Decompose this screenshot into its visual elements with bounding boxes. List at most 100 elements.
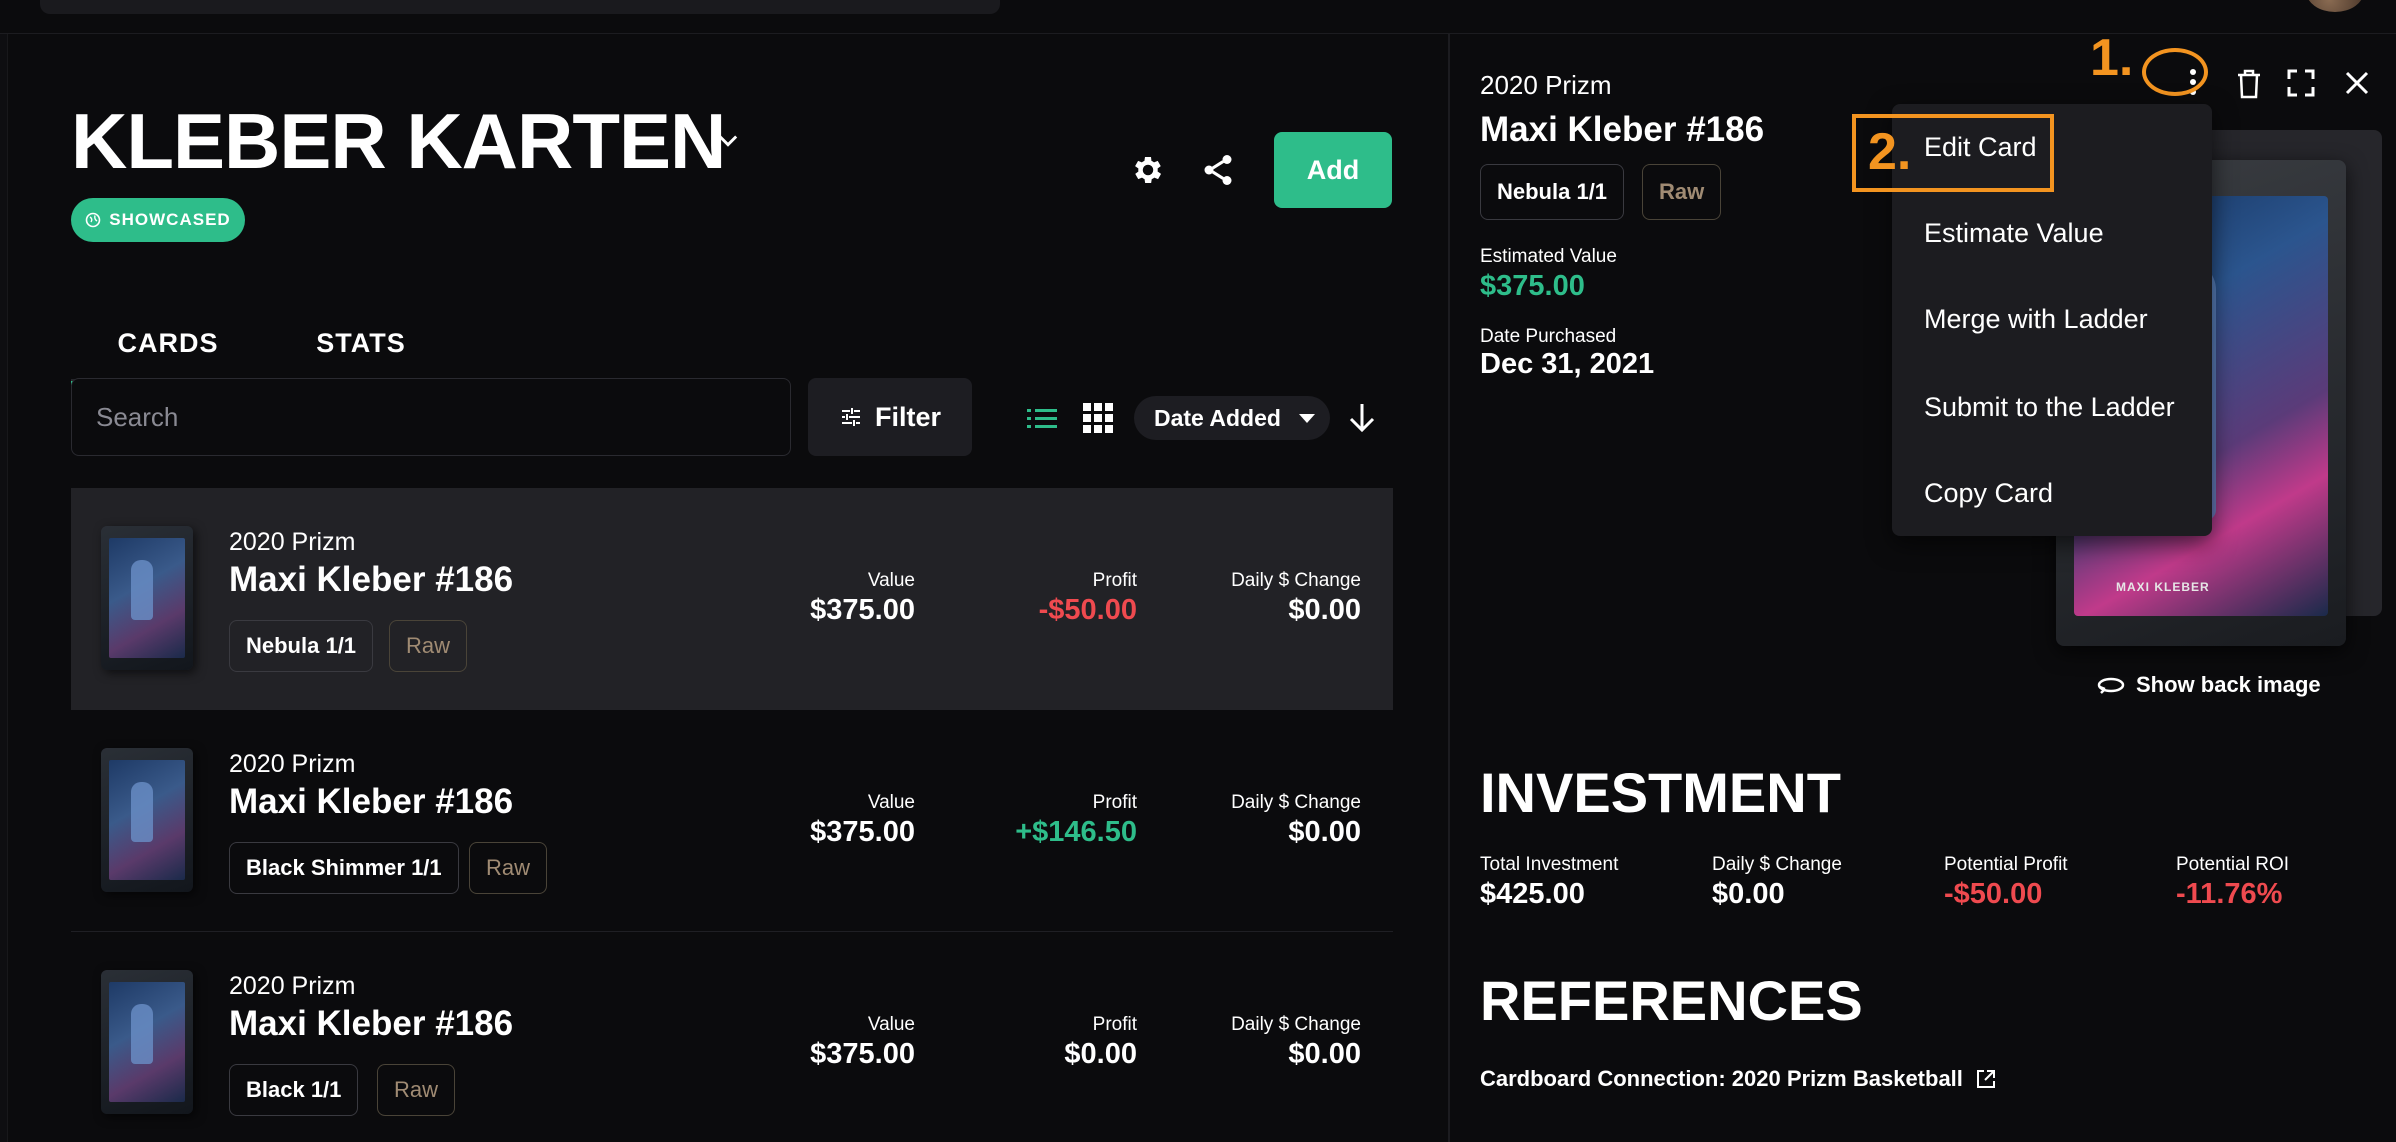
detail-grade-chip: Raw <box>1642 164 1722 220</box>
sort-select[interactable]: Date Added <box>1134 396 1330 440</box>
add-button[interactable]: Add <box>1274 132 1392 208</box>
close-icon <box>2345 71 2369 95</box>
annotation-ring <box>2142 48 2208 96</box>
top-bar <box>0 0 2396 34</box>
daily-change-label: Daily $ Change <box>1712 854 1842 875</box>
delete-button[interactable] <box>2232 64 2266 104</box>
daily-change-label: Daily $ Change <box>1231 570 1361 591</box>
card-nameplate: MAXI KLEBER <box>2116 580 2210 594</box>
detail-parallel-chip: Nebula 1/1 <box>1480 164 1625 220</box>
potential-roi-value: -11.76% <box>2176 878 2283 910</box>
value-metric: Value $375.00 <box>810 570 915 627</box>
daily-change: Daily $ Change $0.00 <box>1712 854 1842 911</box>
menu-item-submit-to-ladder[interactable]: Submit to the Ladder <box>1924 392 2175 423</box>
sort-direction-button[interactable] <box>1346 400 1378 436</box>
profit-amount: +$146.50 <box>1015 816 1137 848</box>
card-name: Maxi Kleber #186 <box>229 782 514 821</box>
menu-item-merge-with-ladder[interactable]: Merge with Ladder <box>1924 304 2148 335</box>
settings-button[interactable] <box>1128 150 1168 190</box>
grid-view-button[interactable] <box>1082 402 1114 434</box>
filter-label: Filter <box>874 401 941 432</box>
potential-roi: Potential ROI -11.76% <box>2176 854 2289 911</box>
value-label: Value <box>867 1014 915 1035</box>
total-investment: Total Investment $425.00 <box>1480 854 1618 911</box>
card-set: 2020 Prizm <box>229 528 356 556</box>
profit-metric: Profit +$146.50 <box>1015 792 1137 849</box>
show-back-image-button[interactable]: Show back image <box>2096 672 2321 698</box>
card-set: 2020 Prizm <box>229 750 356 778</box>
card-thumbnail <box>101 526 193 670</box>
fullscreen-button[interactable] <box>2284 66 2318 100</box>
parallel-chip: Nebula 1/1 <box>229 620 374 672</box>
close-button[interactable] <box>2340 66 2374 100</box>
sort-value: Date Added <box>1154 404 1281 431</box>
card-row[interactable]: 2020 Prizm Maxi Kleber #186 Black 1/1 Ra… <box>71 932 1393 1142</box>
search-field <box>71 378 791 456</box>
global-search-bar[interactable] <box>40 0 1000 14</box>
user-avatar[interactable] <box>2306 0 2364 12</box>
globe-icon <box>85 212 101 228</box>
value-amount: $375.00 <box>810 1038 915 1070</box>
value-metric: Value $375.00 <box>810 792 915 849</box>
nav-rail <box>0 34 8 1142</box>
annotation-step-1: 1. <box>2090 29 2134 87</box>
profit-metric: Profit -$50.00 <box>1039 570 1137 627</box>
menu-item-copy-card[interactable]: Copy Card <box>1924 478 2053 509</box>
total-investment-label: Total Investment <box>1480 854 1619 875</box>
profit-amount: $0.00 <box>1064 1038 1137 1070</box>
estimated-value: $375.00 <box>1480 270 1585 302</box>
grid-view-icon <box>1083 403 1113 433</box>
menu-item-estimate-value[interactable]: Estimate Value <box>1924 218 2104 249</box>
share-button[interactable] <box>1198 150 1238 190</box>
daily-change-value: $0.00 <box>1712 878 1785 910</box>
card-thumbnail <box>101 748 193 892</box>
profit-label: Profit <box>1092 1014 1137 1035</box>
detail-set: 2020 Prizm <box>1480 70 1612 100</box>
list-view-icon <box>1027 409 1057 428</box>
daily-change-metric: Daily $ Change $0.00 <box>1231 792 1361 849</box>
grade-chip: Raw <box>389 620 468 672</box>
fullscreen-icon <box>2287 69 2315 97</box>
show-back-label: Show back image <box>2136 672 2321 697</box>
grade-chip: Raw <box>469 842 548 894</box>
chevron-down-icon[interactable] <box>714 126 742 154</box>
date-purchased-label: Date Purchased <box>1480 326 1617 347</box>
card-row[interactable]: 2020 Prizm Maxi Kleber #186 Nebula 1/1 R… <box>71 488 1393 710</box>
grade-chip: Raw <box>377 1064 456 1116</box>
annotation-step-2: 2. <box>1868 123 1912 181</box>
potential-profit: Potential Profit -$50.00 <box>1944 854 2068 911</box>
sliders-icon <box>841 408 860 426</box>
reference-link[interactable]: Cardboard Connection: 2020 Prizm Basketb… <box>1480 1066 1997 1092</box>
value-amount: $375.00 <box>810 816 915 848</box>
potential-roi-label: Potential ROI <box>2176 854 2289 875</box>
card-thumbnail <box>101 970 193 1114</box>
tab-stats[interactable]: STATS <box>265 304 457 382</box>
card-set: 2020 Prizm <box>229 972 356 1000</box>
trash-icon <box>2238 69 2260 99</box>
estimated-value-label: Estimated Value <box>1480 246 1617 267</box>
daily-change-label: Daily $ Change <box>1231 1014 1361 1035</box>
list-view-button[interactable] <box>1026 404 1058 434</box>
daily-change-metric: Daily $ Change $0.00 <box>1231 570 1361 627</box>
filter-button[interactable]: Filter <box>808 378 972 456</box>
daily-change-metric: Daily $ Change $0.00 <box>1231 1014 1361 1071</box>
potential-profit-value: -$50.00 <box>1944 878 2043 910</box>
rotate-icon <box>2097 677 2125 694</box>
potential-profit-label: Potential Profit <box>1944 854 2068 875</box>
references-title: REFERENCES <box>1480 969 1863 1032</box>
value-label: Value <box>867 792 915 813</box>
tab-cards[interactable]: CARDS <box>71 304 265 385</box>
daily-change-label: Daily $ Change <box>1231 792 1361 813</box>
card-row[interactable]: 2020 Prizm Maxi Kleber #186 Black Shimme… <box>71 710 1393 932</box>
gear-icon <box>1135 156 1162 184</box>
collection-tabs: CARDS STATS <box>71 304 457 385</box>
profit-label: Profit <box>1092 570 1137 591</box>
investment-title: INVESTMENT <box>1480 761 1841 824</box>
card-name: Maxi Kleber #186 <box>229 560 514 599</box>
detail-name: Maxi Kleber #186 <box>1480 110 1765 149</box>
daily-change-amount: $0.00 <box>1288 1038 1361 1070</box>
caret-down-icon <box>1298 413 1315 423</box>
value-metric: Value $375.00 <box>810 1014 915 1071</box>
total-investment-value: $425.00 <box>1480 878 1585 910</box>
search-input[interactable] <box>96 401 790 433</box>
